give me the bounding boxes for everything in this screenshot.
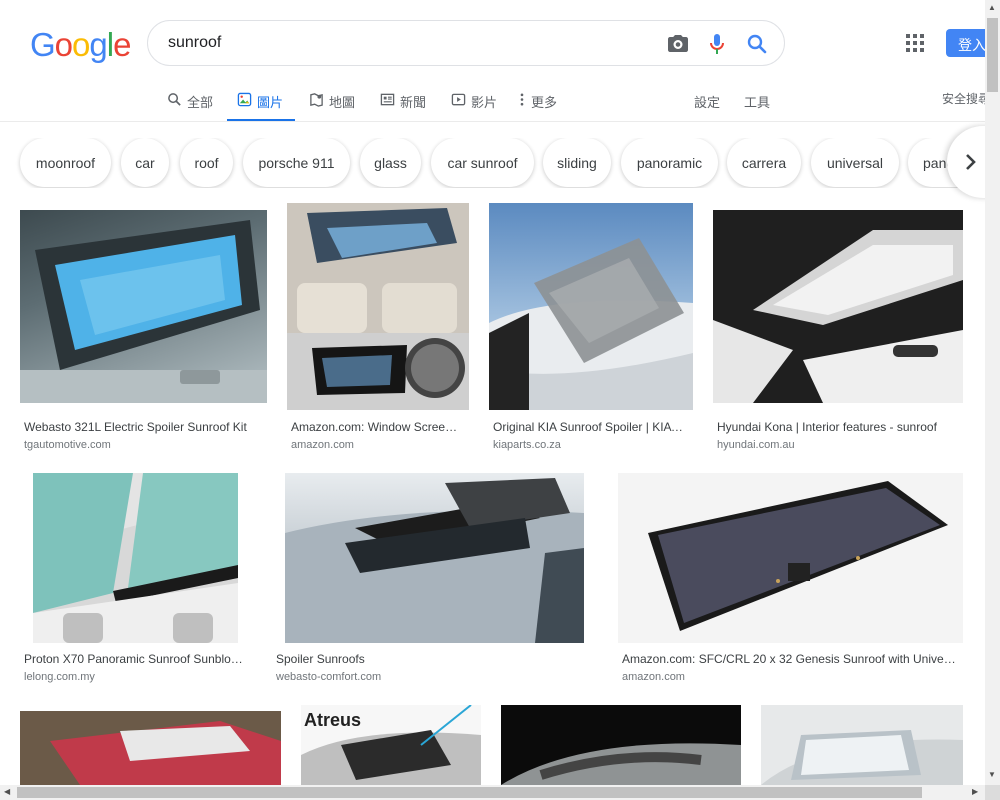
tab-all-label: 全部 <box>187 95 214 110</box>
chip-sliding[interactable]: sliding <box>543 138 611 187</box>
chip-panoramic[interactable]: panoramic <box>621 138 718 187</box>
horizontal-scroll-thumb[interactable] <box>17 787 922 798</box>
result-caption: Hyundai Kona | Interior features - sunro… <box>717 420 937 434</box>
tab-more[interactable]: 更多 <box>519 85 557 122</box>
tools-link[interactable]: 工具 <box>744 92 770 111</box>
chevron-right-icon <box>965 154 976 170</box>
apps-grid-icon[interactable] <box>906 34 924 52</box>
result-image[interactable]: Atreus <box>301 705 481 785</box>
result-caption: Original KIA Sunroof Spoiler | KIA Parts <box>493 420 686 434</box>
search-icon[interactable] <box>745 32 769 56</box>
vertical-scrollbar[interactable]: ▲ ▼ <box>985 0 1000 786</box>
result-source: amazon.com <box>622 671 685 683</box>
google-logo[interactable]: Google <box>30 26 131 64</box>
tab-images-label: 圖片 <box>257 95 284 110</box>
scrollbar-corner <box>985 785 1000 800</box>
related-searches-chips: moonroof car roof porsche 911 glass car … <box>0 138 985 188</box>
result-caption: Amazon.com: SFC/CRL 20 x 32 Genesis Sunr… <box>622 652 958 666</box>
video-icon <box>451 92 467 108</box>
more-vertical-icon <box>519 92 527 108</box>
result-image[interactable] <box>33 473 238 643</box>
horizontal-scrollbar[interactable]: ◀ ▶ <box>0 785 985 800</box>
tab-videos-label: 影片 <box>471 95 498 110</box>
result-image[interactable] <box>501 705 741 785</box>
result-source: tgautomotive.com <box>24 439 111 451</box>
chip-universal[interactable]: universal <box>811 138 899 187</box>
google-images-page: Google sunroof 登入 全部 圖片 地圖 新聞 影片 更多 設定 工… <box>0 0 1000 800</box>
chip-car-sunroof[interactable]: car sunroof <box>431 138 534 187</box>
result-image[interactable] <box>618 473 963 643</box>
map-icon <box>309 92 325 108</box>
scroll-down-icon[interactable]: ▼ <box>988 770 996 779</box>
search-input[interactable]: sunroof <box>168 34 221 52</box>
logo-letter: o <box>72 26 90 63</box>
vertical-scroll-thumb[interactable] <box>987 18 998 92</box>
header-divider <box>0 121 1000 122</box>
chip-car[interactable]: car <box>121 138 169 187</box>
scroll-right-icon[interactable]: ▶ <box>972 787 978 796</box>
microphone-icon[interactable] <box>705 32 729 56</box>
tab-images[interactable]: 圖片 <box>227 85 296 122</box>
result-image[interactable] <box>287 203 469 410</box>
logo-letter: g <box>89 26 107 63</box>
result-caption: Amazon.com: Window Screen Sunroof Sunsha… <box>291 420 463 434</box>
logo-letter: e <box>113 26 131 63</box>
result-source: amazon.com <box>291 439 354 451</box>
safe-search-link[interactable]: 安全搜尋 <box>942 90 990 107</box>
tab-videos[interactable]: 影片 <box>451 85 497 122</box>
search-icon <box>167 92 183 108</box>
result-image[interactable] <box>713 210 963 403</box>
camera-icon[interactable] <box>666 32 690 56</box>
scroll-up-icon[interactable]: ▲ <box>988 3 996 12</box>
result-source: lelong.com.my <box>24 671 95 683</box>
logo-letter: G <box>30 26 56 63</box>
result-image[interactable] <box>20 210 267 403</box>
search-box[interactable]: sunroof <box>147 20 785 66</box>
result-caption: Proton X70 Panoramic Sunroof Sunblock Sh… <box>24 652 246 666</box>
result-overlay-text: Atreus <box>304 710 362 730</box>
chip-carrera[interactable]: carrera <box>727 138 801 187</box>
tab-more-label: 更多 <box>531 95 558 110</box>
news-icon <box>380 92 396 108</box>
chip-porsche-911[interactable]: porsche 911 <box>243 138 350 187</box>
result-image[interactable] <box>20 711 281 785</box>
scroll-left-icon[interactable]: ◀ <box>4 787 10 796</box>
tab-all[interactable]: 全部 <box>167 85 213 122</box>
settings-link[interactable]: 設定 <box>694 92 720 111</box>
chip-moonroof[interactable]: moonroof <box>20 138 111 187</box>
result-source: hyundai.com.au <box>717 439 795 451</box>
result-caption: Webasto 321L Electric Spoiler Sunroof Ki… <box>24 420 247 434</box>
logo-letter: o <box>54 26 73 63</box>
result-source: webasto-comfort.com <box>276 671 382 683</box>
tab-news[interactable]: 新聞 <box>380 85 426 122</box>
result-source: kiaparts.co.za <box>493 439 561 451</box>
tab-maps[interactable]: 地圖 <box>309 85 355 122</box>
result-image[interactable] <box>285 473 584 643</box>
result-image[interactable] <box>761 705 963 785</box>
image-icon <box>237 92 253 108</box>
tab-maps-label: 地圖 <box>329 95 356 110</box>
search-tabs: 全部 圖片 地圖 新聞 影片 更多 <box>0 85 1000 122</box>
chip-roof[interactable]: roof <box>180 138 233 187</box>
result-image[interactable] <box>489 203 693 410</box>
tab-news-label: 新聞 <box>400 95 427 110</box>
chip-glass[interactable]: glass <box>360 138 421 187</box>
result-caption: Spoiler Sunroofs <box>276 652 365 666</box>
